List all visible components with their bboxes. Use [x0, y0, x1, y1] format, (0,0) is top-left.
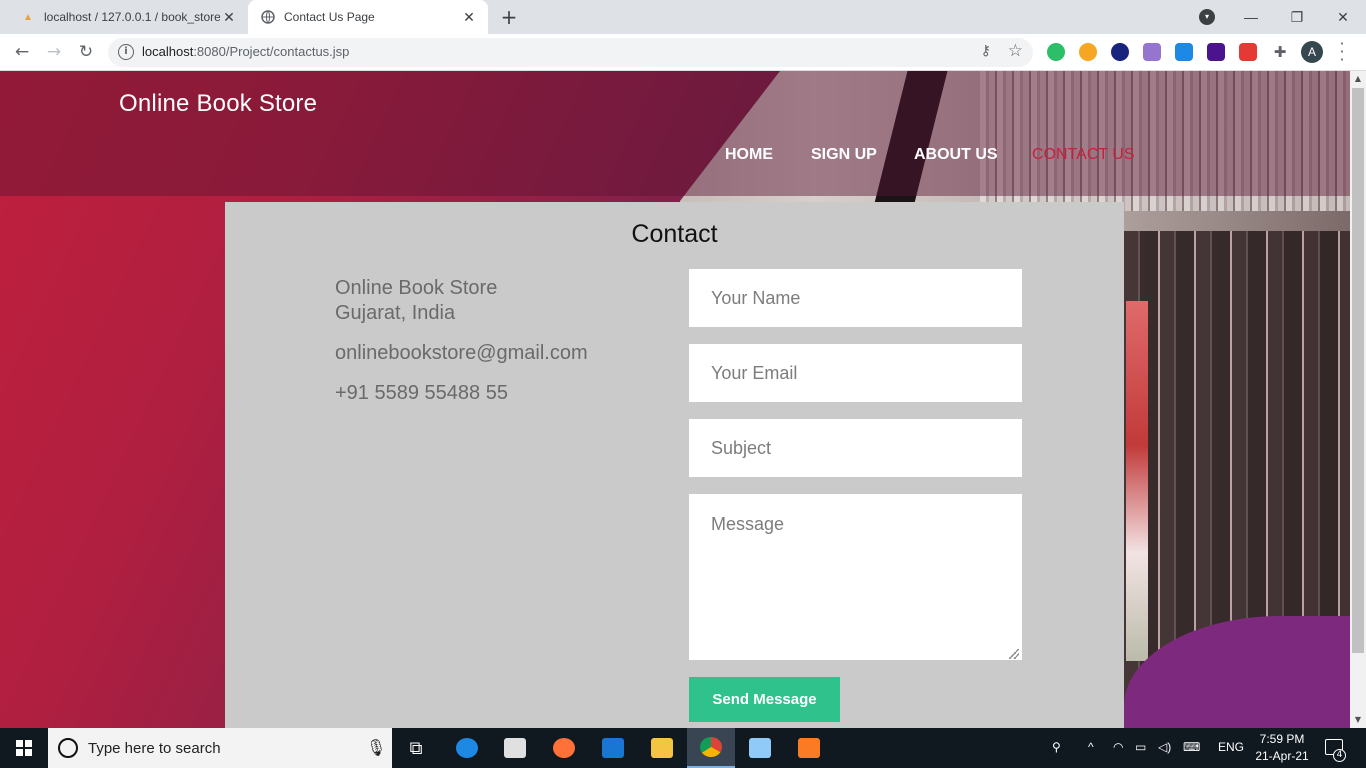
task-view-icon[interactable]: ⧉	[392, 728, 440, 768]
address-bar[interactable]: i localhost:8080/Project/contactus.jsp ⚷…	[108, 38, 1033, 67]
tab-title: Contact Us Page	[284, 10, 375, 24]
battery-icon[interactable]: ▭	[1135, 740, 1146, 754]
chrome-icon[interactable]	[687, 728, 735, 768]
minimize-button[interactable]: —	[1228, 0, 1274, 34]
nav-about-us[interactable]: ABOUT US	[914, 146, 998, 164]
forward-button[interactable]: →	[41, 39, 67, 65]
extension-purple-icon[interactable]	[1207, 43, 1225, 61]
close-tab-icon[interactable]: ✕	[220, 8, 238, 26]
extension-red-icon[interactable]	[1239, 43, 1257, 61]
send-message-button[interactable]: Send Message	[689, 677, 840, 722]
notification-count-badge: 4	[1333, 749, 1346, 762]
globe-icon	[260, 9, 276, 25]
profile-avatar[interactable]: A	[1301, 41, 1323, 63]
nav-sign-up[interactable]: SIGN UP	[811, 146, 877, 164]
start-button[interactable]	[0, 728, 48, 768]
bookmark-star-icon[interactable]: ☆	[1008, 41, 1023, 61]
contact-address: Online Book Store Gujarat, India	[335, 276, 497, 326]
virtualbox-icon[interactable]	[736, 728, 784, 768]
close-window-button[interactable]: ✕	[1320, 0, 1366, 34]
nav-contact-us[interactable]: CONTACT US	[1032, 146, 1135, 164]
background-book-spine	[1126, 301, 1148, 661]
reload-button[interactable]: ↻	[73, 39, 99, 65]
file-explorer-icon[interactable]	[638, 728, 686, 768]
extension-orange-icon[interactable]	[1079, 43, 1097, 61]
windows-logo-icon	[16, 740, 32, 756]
contact-email: onlinebookstore@gmail.com	[335, 342, 588, 364]
scroll-down-arrow-icon[interactable]: ▼	[1350, 712, 1366, 728]
browser-toolbar: ← → ↻ i localhost:8080/Project/contactus…	[0, 34, 1366, 100]
browser-menu-icon[interactable]: · · ·	[1336, 36, 1348, 68]
extension-blue-square-icon[interactable]	[1175, 43, 1193, 61]
tab-phpmyadmin[interactable]: ▲ localhost / 127.0.0.1 / book_store ✕	[8, 0, 248, 34]
taskbar-search-placeholder: Type here to search	[88, 740, 221, 757]
microphone-icon[interactable]: 🎙	[366, 738, 386, 757]
back-button[interactable]: ←	[9, 39, 35, 65]
extension-camera-icon[interactable]	[1143, 43, 1161, 61]
xampp-icon[interactable]	[785, 728, 833, 768]
new-tab-button[interactable]: +	[498, 6, 520, 28]
show-hidden-icons-chevron-icon[interactable]: ^	[1088, 740, 1094, 754]
browser-tab-strip: ▲ localhost / 127.0.0.1 / book_store ✕ C…	[0, 0, 1366, 34]
tab-title: localhost / 127.0.0.1 / book_store	[44, 10, 220, 24]
store-icon[interactable]	[491, 728, 539, 768]
clock-date: 21-Apr-21	[1255, 749, 1309, 763]
page-viewport: Online Book Store HOME SIGN UP ABOUT US …	[0, 71, 1350, 728]
cortana-icon	[58, 738, 78, 758]
taskbar-clock[interactable]: 7:59 PM 21-Apr-21	[1252, 731, 1312, 765]
mail-icon[interactable]	[589, 728, 637, 768]
url-text[interactable]: localhost:8080/Project/contactus.jsp	[142, 44, 349, 59]
page-scrollbar[interactable]: ▲ ▼	[1350, 71, 1366, 728]
email-input[interactable]	[689, 344, 1022, 402]
extension-globe-icon[interactable]	[1047, 43, 1065, 61]
textarea-resize-handle[interactable]	[1009, 649, 1019, 659]
contact-phone: +91 5589 55488 55	[335, 382, 508, 404]
address-line-2: Gujarat, India	[335, 302, 456, 324]
scroll-up-arrow-icon[interactable]: ▲	[1350, 71, 1366, 87]
edge-icon[interactable]	[443, 728, 491, 768]
address-line-1: Online Book Store	[335, 277, 498, 299]
keyboard-icon[interactable]: ⌨	[1183, 740, 1200, 754]
subject-input[interactable]	[689, 419, 1022, 477]
tab-contact-us[interactable]: Contact Us Page ✕	[248, 0, 488, 34]
site-brand[interactable]: Online Book Store	[119, 90, 317, 118]
phpmyadmin-icon: ▲	[23, 11, 33, 23]
site-header: Online Book Store HOME SIGN UP ABOUT US …	[0, 71, 1350, 196]
extension-half-moon-icon[interactable]	[1111, 43, 1129, 61]
contact-title: Contact	[631, 220, 718, 248]
close-tab-icon[interactable]: ✕	[460, 8, 478, 26]
people-icon[interactable]: ⚲	[1052, 740, 1061, 754]
windows-taskbar: Type here to search 🎙 ⧉ ⚲ ^ ◠ ▭ ◁) ⌨ ENG…	[0, 728, 1366, 768]
taskbar-search-box[interactable]: Type here to search 🎙	[48, 728, 392, 768]
firefox-icon[interactable]	[540, 728, 588, 768]
contact-card: Contact Online Book Store Gujarat, India…	[225, 202, 1124, 728]
message-textarea[interactable]	[689, 494, 1022, 660]
volume-icon[interactable]: ◁)	[1158, 740, 1171, 754]
restore-button[interactable]: ❐	[1274, 0, 1320, 34]
extensions-puzzle-icon[interactable]: ✚	[1271, 43, 1289, 61]
clock-time: 7:59 PM	[1259, 732, 1305, 746]
language-indicator[interactable]: ENG	[1218, 740, 1244, 754]
wifi-icon[interactable]: ◠	[1113, 740, 1123, 754]
tab-search-icon[interactable]: ▾	[1199, 9, 1215, 25]
nav-home[interactable]: HOME	[725, 146, 773, 164]
name-input[interactable]	[689, 269, 1022, 327]
key-icon[interactable]: ⚷	[981, 43, 991, 59]
info-icon[interactable]: i	[118, 44, 134, 60]
scroll-thumb[interactable]	[1352, 88, 1364, 653]
